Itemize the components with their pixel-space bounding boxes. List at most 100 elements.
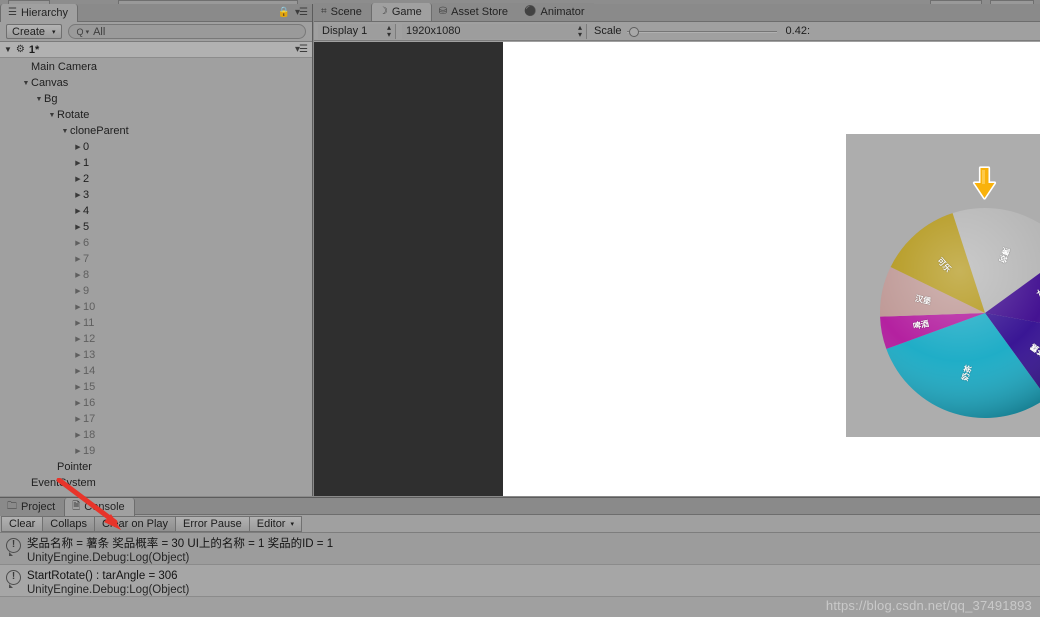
hierarchy-node[interactable]: ▶ 6 [0,235,312,251]
hierarchy-node[interactable]: ▶ 12 [0,331,312,347]
chevron-right-icon[interactable]: ▶ [73,351,83,359]
lock-icon[interactable]: 🔒 [278,7,290,18]
hierarchy-node[interactable]: ▶ 14 [0,363,312,379]
chevron-right-icon[interactable]: ▶ [73,319,83,327]
chevron-right-icon[interactable]: ▶ [73,191,83,199]
wheel-svg [880,207,1040,418]
hierarchy-node[interactable]: ▼ Canvas [0,75,312,91]
hierarchy-node[interactable]: ▶ 0 [0,139,312,155]
tab-game[interactable]: ☽ Game [370,3,432,21]
clear-button[interactable]: Clear [1,515,44,532]
search-icon: Q [76,26,84,37]
chevron-right-icon[interactable]: ▶ [73,431,83,439]
scene-menu-icon[interactable]: ▾☰ [295,44,308,55]
chevron-right-icon[interactable]: ▶ [73,223,83,231]
hierarchy-node-label: Main Camera [31,61,98,73]
hierarchy-node-label: 1 [83,157,90,169]
editor-button[interactable]: Editor ▾ [249,515,302,532]
error-pause-button[interactable]: Error Pause [176,515,250,532]
chevron-right-icon[interactable]: ▶ [73,143,83,151]
game-white-background: 薄荷 酰斗 茶露 奶茶 啤酒 汉堡 可乐 [503,42,1040,496]
console-log-entry[interactable]: ! StartRotate() : tarAngle = 306 UnityEngi… [0,565,1040,597]
chevron-right-icon[interactable]: ▶ [73,399,83,407]
hierarchy-node[interactable]: ▶ 10 [0,299,312,315]
hierarchy-node[interactable]: ▼ Rotate [0,107,312,123]
tab-hierarchy[interactable]: ☰ Hierarchy [0,4,79,22]
scene-name: 1* [28,43,40,56]
hierarchy-node[interactable]: ▶EventSystem [0,475,312,491]
hierarchy-node[interactable]: ▼ Bg [0,91,312,107]
hierarchy-node[interactable]: ▶ 5 [0,219,312,235]
collaps-button[interactable]: Collaps [43,515,95,532]
tab-console[interactable]: 🗎 Console [64,498,135,516]
chevron-right-icon[interactable]: ▶ [73,207,83,215]
chevron-down-icon[interactable]: ▼ [60,128,70,135]
hierarchy-node-label: Bg [44,93,58,105]
game-render-canvas[interactable]: 薄荷 酰斗 茶露 奶茶 啤酒 汉堡 可乐 [314,42,1040,496]
search-input[interactable]: Q ▾ All [67,24,306,39]
chevron-down-icon[interactable]: ▼ [47,112,57,119]
tab-scene[interactable]: ⌗ Scene [314,3,371,21]
chevron-down-icon[interactable]: ▼ [21,80,31,87]
scale-label: Scale [594,25,622,37]
hierarchy-node[interactable]: ▶ 8 [0,267,312,283]
hierarchy-node[interactable]: ▶ 1 [0,155,312,171]
tab-animator[interactable]: ⚫ Animator [517,3,594,21]
hierarchy-node-label: 17 [83,413,96,425]
chevron-down-icon[interactable]: ▼ [4,45,12,54]
hierarchy-node[interactable]: ▶ 17 [0,411,312,427]
resolution-dropdown[interactable]: 1920x1080 ▴ ▾ [402,23,587,39]
scale-value: 0.42: [785,25,810,37]
chevron-right-icon[interactable]: ▶ [73,303,83,311]
hierarchy-node[interactable]: ▼ cloneParent [0,123,312,139]
chevron-right-icon[interactable]: ▶ [73,159,83,167]
hierarchy-node[interactable]: ▶ 9 [0,283,312,299]
hierarchy-node[interactable]: ▶Main Camera [0,59,312,75]
console-log-list[interactable]: ! 奖品名称 = 薯条 奖品概率 = 30 UI上的名称 = 1 奖品的ID = … [0,533,1040,597]
hierarchy-node-label: 13 [83,349,96,361]
hierarchy-node[interactable]: ▶Pointer [0,459,312,475]
clear-on-play-button[interactable]: Clear on Play [94,515,177,532]
hierarchy-node[interactable]: ▶ 11 [0,315,312,331]
create-button[interactable]: Create ▾ [6,24,62,39]
hierarchy-node-label: 10 [83,301,96,313]
display-dropdown[interactable]: Display 1 ▴ ▾ [318,23,396,39]
console-toolbar: Clear Collaps Clear on Play Error Pause Edit… [0,515,1040,533]
chevron-right-icon[interactable]: ▶ [73,415,83,423]
chevron-right-icon[interactable]: ▶ [73,255,83,263]
chevron-right-icon[interactable]: ▶ [73,367,83,375]
chevron-right-icon[interactable]: ▶ [73,287,83,295]
hierarchy-node[interactable]: ▶ 3 [0,187,312,203]
console-log-entry[interactable]: ! 奖品名称 = 薯条 奖品概率 = 30 UI上的名称 = 1 奖品的ID = … [0,533,1040,565]
tab-project[interactable]: 🗀 Project [0,498,65,516]
chevron-right-icon[interactable]: ▶ [73,271,83,279]
hierarchy-node[interactable]: ▶ 7 [0,251,312,267]
tab-label: Game [391,6,422,18]
chevron-right-icon[interactable]: ▶ [73,335,83,343]
hierarchy-node-label: EventSystem [31,477,96,489]
hierarchy-node[interactable]: ▶ 15 [0,379,312,395]
hierarchy-node[interactable]: ▶ 13 [0,347,312,363]
chevron-right-icon[interactable]: ▶ [73,239,83,247]
chevron-right-icon[interactable]: ▶ [73,175,83,183]
hierarchy-node[interactable]: ▶ 18 [0,427,312,443]
scale-slider[interactable] [626,25,777,38]
chevron-down-icon[interactable]: ▼ [34,96,44,103]
hierarchy-node[interactable]: ▶ 4 [0,203,312,219]
grid-icon: ⌗ [321,6,327,17]
hierarchy-node-label: 18 [83,429,96,441]
scale-slider-knob[interactable] [629,26,640,37]
hierarchy-node[interactable]: ▶ 16 [0,395,312,411]
console-panel: 🗀 Project 🗎 Console Clear Collaps Clear on Pl… [0,497,1040,617]
hierarchy-node[interactable]: ▶ 19 [0,443,312,459]
tab-asset-store[interactable]: ⛁ Asset Store [431,3,518,21]
info-log-icon: ! [6,570,21,588]
hierarchy-node[interactable]: ▶ 2 [0,171,312,187]
panel-menu-icon[interactable]: ▾☰ [295,7,308,18]
lottery-wheel[interactable]: 薄荷 酰斗 茶露 奶茶 啤酒 汉堡 可乐 [879,207,1040,419]
hierarchy-toolbar: Create ▾ Q ▾ All [0,22,312,42]
chevron-right-icon[interactable]: ▶ [73,447,83,455]
hierarchy-node-label: 7 [83,253,90,265]
chevron-right-icon[interactable]: ▶ [73,383,83,391]
scene-root-row[interactable]: ▼ ⚙ 1* ▾☰ [0,42,312,58]
